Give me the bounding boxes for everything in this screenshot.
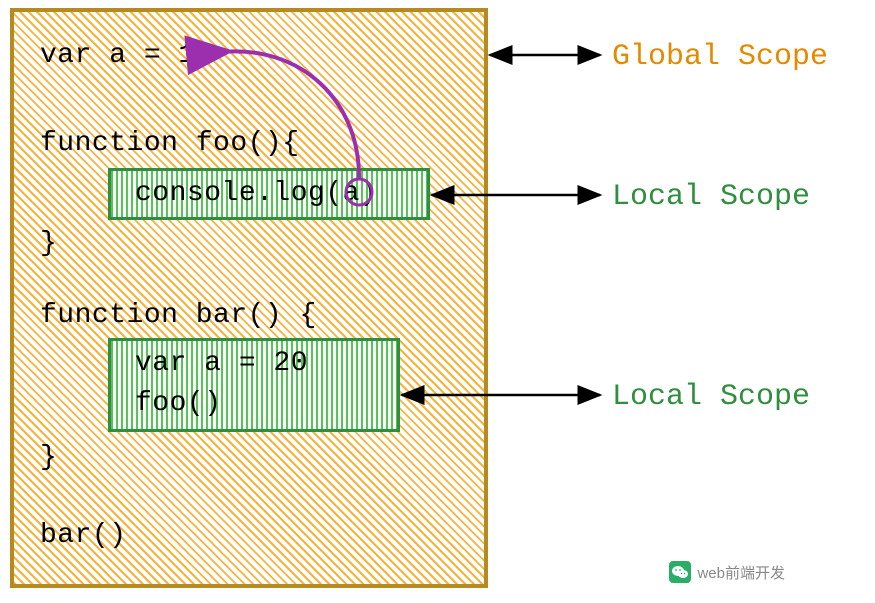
watermark-text: web前端开发: [697, 562, 785, 583]
label-local-scope-foo: Local Scope: [612, 180, 810, 214]
code-line-bar-close: }: [40, 442, 57, 473]
code-line-var-a: var a = 10: [40, 40, 213, 71]
label-local-scope-bar: Local Scope: [612, 380, 810, 414]
scope-diagram: var a = 10 function foo(){ console.log(a…: [0, 0, 875, 603]
global-scope-box: [10, 8, 488, 588]
watermark: web前端开发: [669, 561, 785, 583]
code-line-foo-body: console.log(a): [135, 178, 377, 209]
label-global-scope: Global Scope: [612, 40, 828, 74]
code-line-bar-body1: var a = 20: [135, 348, 308, 379]
code-line-bar-body2: foo(): [135, 388, 222, 419]
code-line-call-bar: bar(): [40, 520, 127, 551]
code-line-bar-def: function bar() {: [40, 300, 317, 331]
code-line-foo-def: function foo(){: [40, 128, 300, 159]
code-line-foo-close: }: [40, 228, 57, 259]
wechat-icon: [669, 561, 691, 583]
